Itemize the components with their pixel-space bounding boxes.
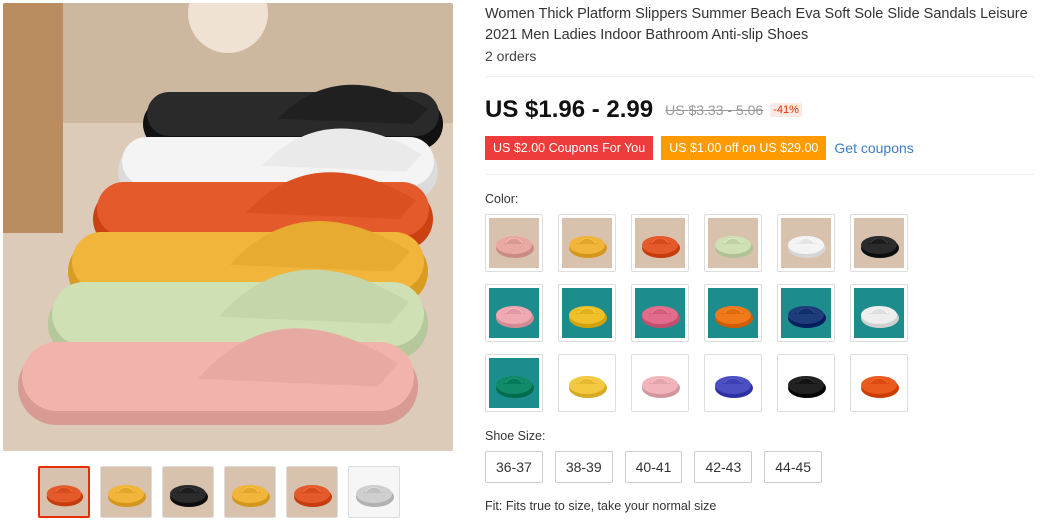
thumbnail-6[interactable]	[348, 466, 400, 518]
color-option-2[interactable]	[558, 214, 616, 272]
size-option-38-39[interactable]: 38-39	[554, 451, 613, 483]
color-option-4[interactable]	[704, 214, 762, 272]
thumbnail-4[interactable]	[224, 466, 276, 518]
orange-slipper-teal-icon	[708, 288, 758, 338]
main-product-image[interactable]	[3, 3, 453, 451]
slipper-stack-thumb	[40, 468, 88, 516]
yellow-slipper-white-icon	[562, 358, 612, 408]
size-option-44-45[interactable]: 44-45	[764, 451, 823, 483]
fit-note: Fit: Fits true to size, take your normal…	[485, 499, 717, 513]
navy-slipper-teal-icon	[781, 288, 831, 338]
select-coupon-badge[interactable]: US $1.00 off on US $29.00	[661, 136, 827, 160]
size-option-40-41[interactable]: 40-41	[624, 451, 683, 483]
color-option-16[interactable]	[704, 354, 762, 412]
orange-slipper-white-icon	[854, 358, 904, 408]
color-option-15[interactable]	[631, 354, 689, 412]
thumbnail-1[interactable]	[38, 466, 90, 518]
color-option-10[interactable]	[704, 284, 762, 342]
color-option-14[interactable]	[558, 354, 616, 412]
store-coupon-badge[interactable]: US $2.00 Coupons For You	[485, 136, 654, 160]
white-slipper-teal-icon	[854, 288, 904, 338]
size-options: 36-37 38-39 40-41 42-43 44-45	[485, 451, 823, 483]
thumbnail-3[interactable]	[162, 466, 214, 518]
color-label: Color:	[485, 192, 519, 206]
green-slipper-icon	[708, 218, 758, 268]
orange-slipper-icon	[635, 218, 685, 268]
color-option-9[interactable]	[631, 284, 689, 342]
slipper-mix-thumb	[225, 467, 275, 517]
color-option-12[interactable]	[850, 284, 908, 342]
product-title: Women Thick Platform Slippers Summer Bea…	[485, 6, 1028, 43]
current-price: US $1.96 - 2.99	[485, 96, 654, 123]
orders-count: 2 orders	[485, 48, 537, 64]
color-option-7[interactable]	[485, 284, 543, 342]
color-option-11[interactable]	[777, 284, 835, 342]
slippers-photo-icon	[3, 3, 453, 451]
color-option-5[interactable]	[777, 214, 835, 272]
size-option-36-37[interactable]: 36-37	[485, 451, 543, 483]
color-option-3[interactable]	[631, 214, 689, 272]
color-option-1[interactable]	[485, 214, 543, 272]
color-option-8[interactable]	[558, 284, 616, 342]
discount-badge: -41%	[770, 103, 802, 117]
orange-slipper-thumb	[287, 467, 337, 517]
original-price: US $3.33 - 5.06	[665, 102, 764, 118]
yellow-slipper-icon	[562, 218, 612, 268]
color-option-17[interactable]	[777, 354, 835, 412]
size-chart-thumb	[349, 467, 399, 517]
divider	[485, 76, 1035, 77]
size-option-42-43[interactable]: 42-43	[694, 451, 753, 483]
black-slipper-white-icon	[781, 358, 831, 408]
coupon-row: US $2.00 Coupons For You US $1.00 off on…	[485, 136, 914, 160]
pink-slipper-teal-icon	[489, 288, 539, 338]
pink-slipper-white-icon	[635, 358, 685, 408]
thumbnail-strip	[38, 466, 400, 518]
pink-slipper-icon	[489, 218, 539, 268]
slipper-row-thumb	[101, 467, 151, 517]
white-slipper-icon	[781, 218, 831, 268]
divider	[485, 174, 1035, 175]
yellow-slipper-teal-icon	[562, 288, 612, 338]
price-row: US $1.96 - 2.99 US $3.33 - 5.06 -41%	[485, 96, 802, 124]
size-label: Shoe Size:	[485, 429, 546, 443]
color-option-13[interactable]	[485, 354, 543, 412]
color-option-6[interactable]	[850, 214, 908, 272]
green-slipper-teal-icon	[489, 358, 539, 408]
black-slipper-icon	[854, 218, 904, 268]
thumbnail-2[interactable]	[100, 466, 152, 518]
color-options	[485, 214, 975, 412]
rose-slipper-teal-icon	[635, 288, 685, 338]
get-coupons-link[interactable]: Get coupons	[834, 140, 913, 156]
black-slipper-thumb	[163, 467, 213, 517]
thumbnail-5[interactable]	[286, 466, 338, 518]
blue-slipper-white-icon	[708, 358, 758, 408]
color-option-18[interactable]	[850, 354, 908, 412]
